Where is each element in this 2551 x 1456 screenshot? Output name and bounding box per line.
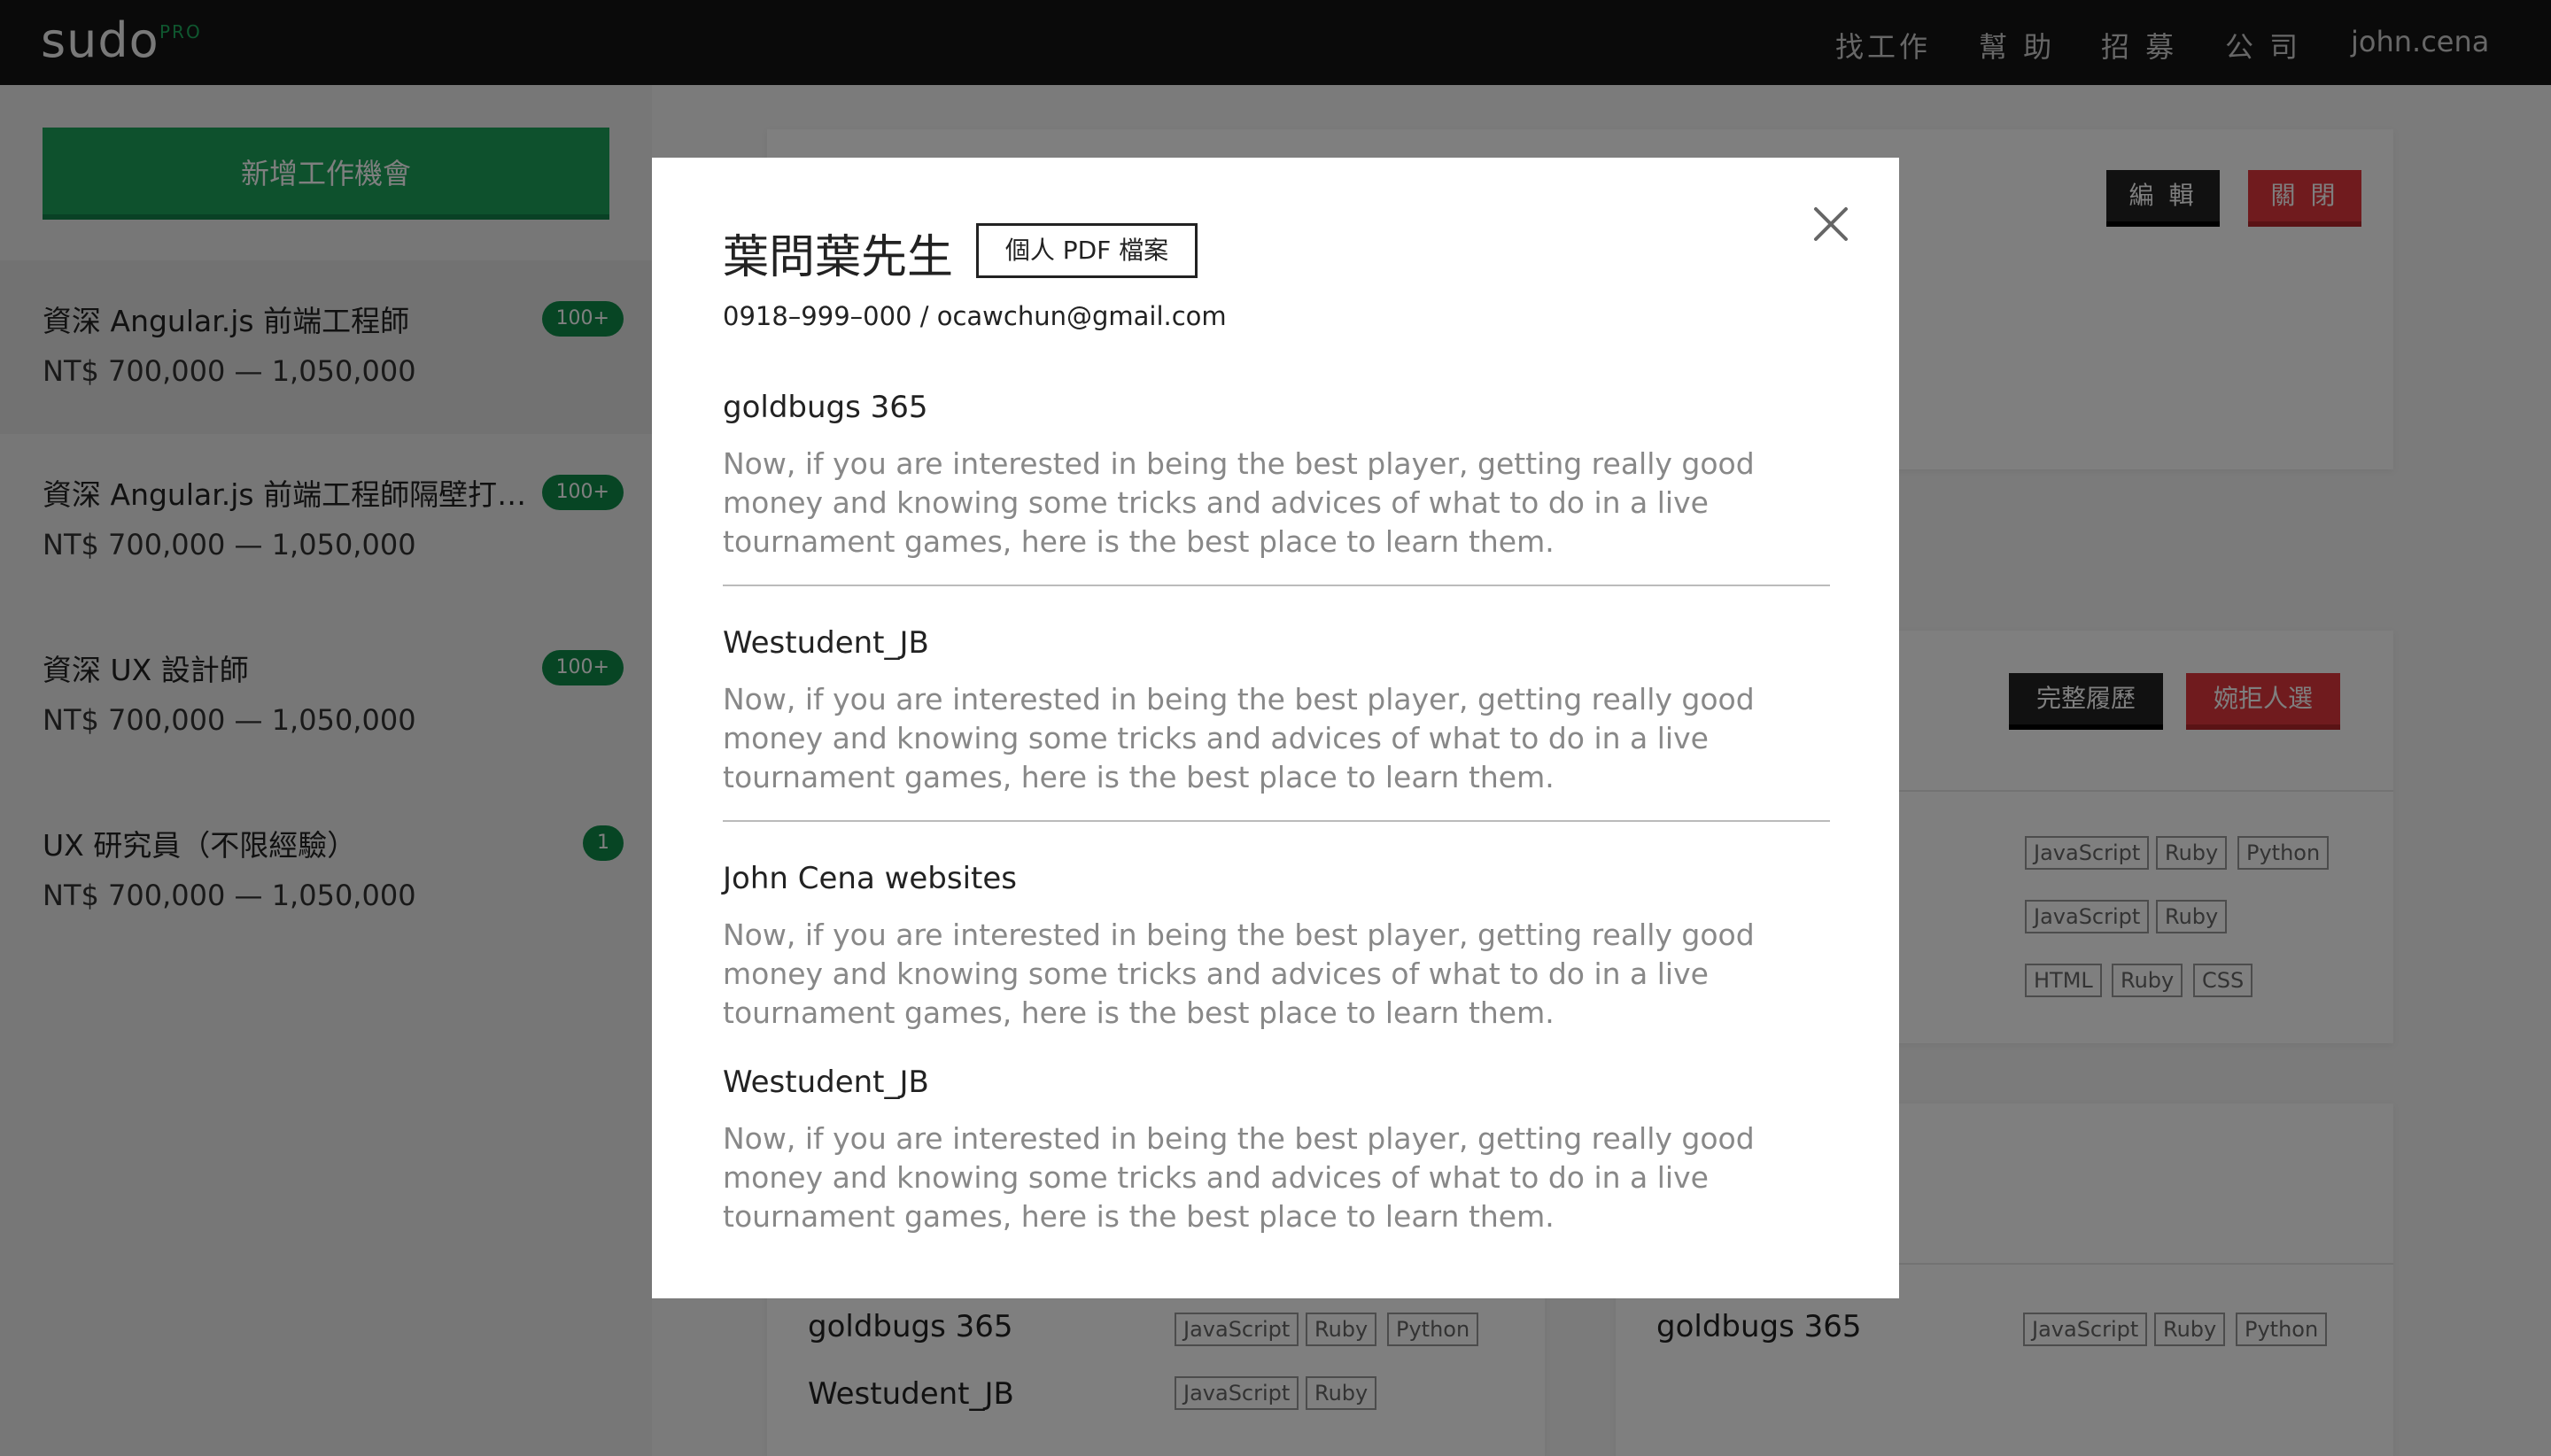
project-item: John Cena websites Now, if you are inter… — [723, 861, 1830, 1033]
project-title: John Cena websites — [723, 861, 1018, 896]
project-title: Westudent_JB — [723, 625, 929, 661]
divider — [723, 585, 1830, 586]
divider — [723, 820, 1830, 822]
project-item: Westudent_JB Now, if you are interested … — [723, 1065, 1830, 1236]
project-description: Now, if you are interested in being the … — [723, 446, 1755, 559]
candidate-profile-modal: 葉問葉先生 個人 PDF 檔案 0918–999–000 / ocawchun@… — [652, 158, 1899, 1298]
close-icon[interactable] — [1811, 204, 1851, 244]
project-item: Westudent_JB Now, if you are interested … — [723, 625, 1830, 797]
candidate-name: 葉問葉先生 — [723, 231, 954, 284]
project-description: Now, if you are interested in being the … — [723, 918, 1755, 1030]
project-title: goldbugs 365 — [723, 390, 928, 425]
project-description: Now, if you are interested in being the … — [723, 1121, 1755, 1234]
project-item: goldbugs 365 Now, if you are interested … — [723, 390, 1830, 561]
project-title: Westudent_JB — [723, 1065, 929, 1100]
pdf-resume-button[interactable]: 個人 PDF 檔案 — [976, 223, 1198, 278]
candidate-contact: 0918–999–000 / ocawchun@gmail.com — [723, 301, 1227, 331]
project-description: Now, if you are interested in being the … — [723, 682, 1755, 794]
